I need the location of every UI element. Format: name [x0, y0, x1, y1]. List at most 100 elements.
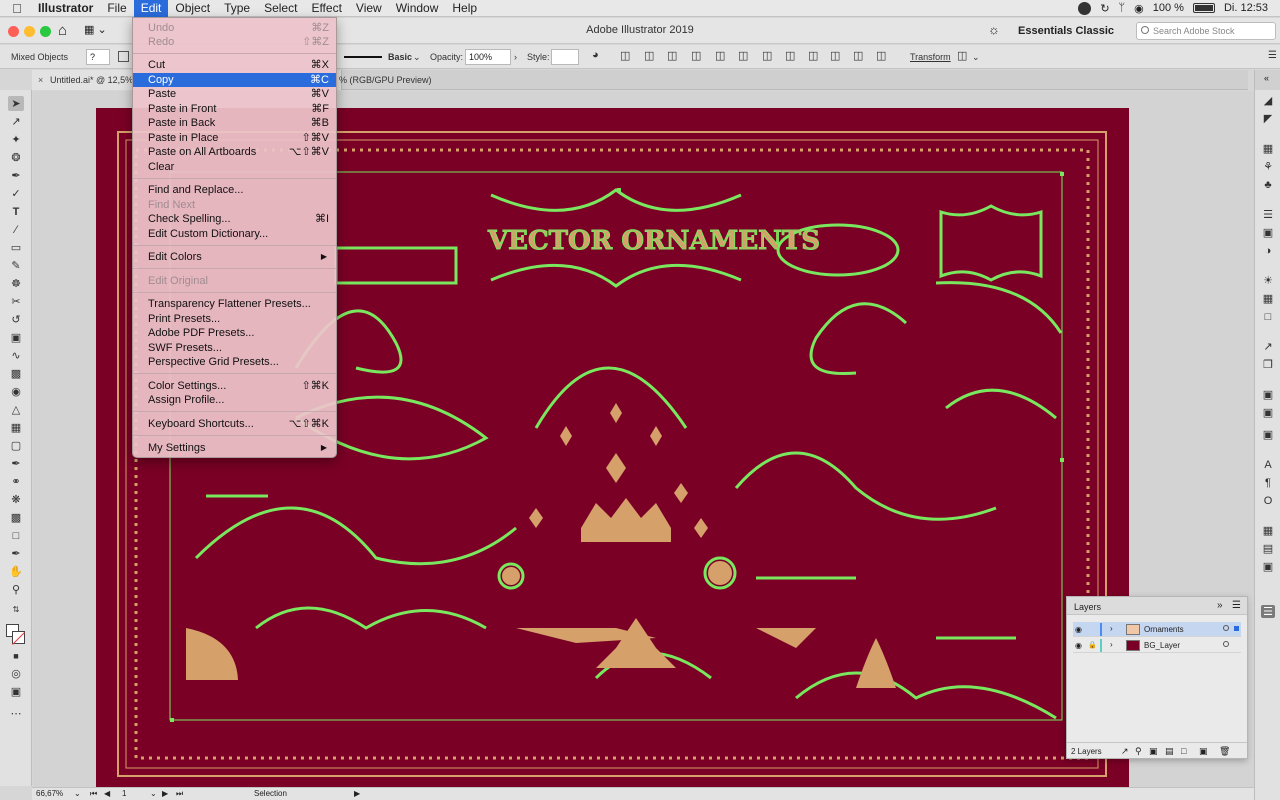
- menu-view[interactable]: View: [349, 0, 389, 17]
- selection-tool-icon[interactable]: ➤: [8, 96, 24, 111]
- column-graph-tool-icon[interactable]: ▩: [8, 510, 24, 525]
- make-clipping-mask-icon[interactable]: ▣: [1149, 746, 1158, 757]
- gradient-tool-icon[interactable]: ▢: [8, 438, 24, 453]
- shaper-tool-icon[interactable]: ☸: [8, 276, 24, 291]
- line-tool-icon[interactable]: ∕: [8, 222, 24, 237]
- clock[interactable]: Di. 12:53: [1224, 2, 1268, 14]
- menu-item-color-settings[interactable]: Color Settings... ⇧⌘K: [133, 379, 336, 393]
- chevron-down-icon[interactable]: ⌄: [150, 788, 157, 800]
- menu-item-find-and-replace[interactable]: Find and Replace...: [133, 183, 336, 197]
- export-for-screens-icon[interactable]: ↗: [1121, 746, 1129, 757]
- menu-type[interactable]: Type: [217, 0, 257, 17]
- align-bottom-icon[interactable]: ◫: [738, 49, 748, 62]
- distribute-left-icon[interactable]: ◫: [830, 49, 840, 62]
- creative-cloud-icon[interactable]: [1078, 1, 1092, 15]
- close-window-button[interactable]: [8, 26, 19, 37]
- graphic-styles-icon[interactable]: ▦: [1261, 292, 1275, 305]
- more-tools-icon[interactable]: ⋯: [8, 706, 24, 721]
- asset-export-icon[interactable]: □: [1261, 310, 1275, 323]
- isolate-group-icon[interactable]: ◫: [957, 49, 967, 62]
- stroke-swatch[interactable]: [12, 631, 25, 644]
- menu-item-paste[interactable]: Paste ⌘V: [133, 87, 336, 101]
- layer-row-bg-layer[interactable]: ◉ 🔒 › BG_Layer: [1073, 638, 1241, 653]
- sync-icon[interactable]: ↻: [1100, 2, 1109, 15]
- menu-item-paste-in-back[interactable]: Paste in Back ⌘B: [133, 116, 336, 130]
- screen-mode-icon[interactable]: ▣: [8, 684, 24, 699]
- trash-icon[interactable]: 🗑: [1219, 746, 1230, 757]
- eyedropper-tool-icon[interactable]: ✒: [8, 456, 24, 471]
- swap-fill-stroke-icon[interactable]: ⇅: [8, 602, 24, 617]
- align-horizontal-center-icon[interactable]: ◫: [644, 49, 654, 62]
- artwork-title[interactable]: VECTOR ORNAMENTS: [487, 226, 820, 257]
- menu-item-perspective-grid-presets[interactable]: Perspective Grid Presets...: [133, 355, 336, 369]
- swatches-icon[interactable]: ▦: [1261, 142, 1275, 155]
- menu-item-paste-on-all-artboards[interactable]: Paste on All Artboards ⌥⇧⌘V: [133, 145, 336, 159]
- align-left-icon[interactable]: ◫: [620, 49, 630, 62]
- menu-item-assign-profile[interactable]: Assign Profile...: [133, 393, 336, 407]
- last-artboard-icon[interactable]: ⏭: [176, 788, 183, 800]
- new-layer-icon[interactable]: ▣: [1199, 746, 1208, 757]
- menu-item-paste-in-place[interactable]: Paste in Place ⇧⌘V: [133, 131, 336, 145]
- direct-selection-tool-icon[interactable]: ↗: [8, 114, 24, 129]
- menu-item-edit-custom-dictionary[interactable]: Edit Custom Dictionary...: [133, 227, 336, 241]
- next-artboard-icon[interactable]: ▶: [162, 788, 168, 800]
- transform-panel-icon[interactable]: ▦: [1261, 524, 1275, 537]
- layer-name[interactable]: BG_Layer: [1144, 641, 1180, 650]
- align-top-icon[interactable]: ◫: [691, 49, 701, 62]
- menu-item-check-spelling[interactable]: Check Spelling... ⌘I: [133, 212, 336, 226]
- type-tool-icon[interactable]: T: [8, 204, 24, 219]
- locate-object-icon[interactable]: ⚲: [1135, 746, 1142, 757]
- target-icon[interactable]: [1223, 641, 1229, 647]
- character-icon[interactable]: A: [1261, 458, 1275, 471]
- menu-item-keyboard-shortcuts[interactable]: Keyboard Shortcuts... ⌥⇧⌘K: [133, 417, 336, 431]
- menu-item-edit-colors[interactable]: Edit Colors ▶: [133, 250, 336, 264]
- pathfinder-icon[interactable]: ▣: [1261, 560, 1275, 573]
- selection-indicator[interactable]: [1234, 626, 1239, 631]
- create-sublayer-icon[interactable]: ▤: [1165, 746, 1174, 757]
- workspace-switcher[interactable]: Essentials Classic ⌄: [1012, 22, 1124, 55]
- collapse-panels-icon[interactable]: «: [1264, 73, 1269, 83]
- gradient-panel-icon[interactable]: ▣: [1261, 226, 1275, 239]
- warp-tool-icon[interactable]: ∿: [8, 348, 24, 363]
- previous-artboard-icon[interactable]: ◀: [104, 788, 110, 800]
- menu-object[interactable]: Object: [168, 0, 217, 17]
- apple-icon[interactable]: : [0, 1, 34, 16]
- rectangle-tool-icon[interactable]: ▭: [8, 240, 24, 255]
- symbol-sprayer-tool-icon[interactable]: ❋: [8, 492, 24, 507]
- color-guide-icon[interactable]: ◤: [1261, 112, 1275, 125]
- brushes-icon[interactable]: ⚘: [1261, 160, 1275, 173]
- distribute-horizontal-icon[interactable]: ◫: [853, 49, 863, 62]
- layers-panel-title[interactable]: Layers: [1074, 602, 1101, 612]
- create-new-layer-icon[interactable]: □: [1181, 746, 1186, 756]
- pen-tool-icon[interactable]: ✒: [8, 168, 24, 183]
- panel-menu-icon[interactable]: ☰: [1232, 600, 1241, 611]
- align-vertical-center-icon[interactable]: ◫: [715, 49, 725, 62]
- paragraph-icon[interactable]: ¶: [1261, 476, 1275, 489]
- lightbulb-icon[interactable]: ☼: [988, 22, 1000, 37]
- layer-name[interactable]: Ornaments: [1144, 625, 1184, 634]
- zoom-window-button[interactable]: [40, 26, 51, 37]
- transparency-icon[interactable]: ◑: [1261, 244, 1275, 257]
- menu-edit[interactable]: Edit: [133, 0, 169, 17]
- zoom-level[interactable]: 66,67%: [36, 788, 63, 800]
- menu-item-swf-presets[interactable]: SWF Presets...: [133, 341, 336, 355]
- minimize-window-button[interactable]: [24, 26, 35, 37]
- align-panel-icon[interactable]: ▤: [1261, 542, 1275, 555]
- perspective-grid-tool-icon[interactable]: △: [8, 402, 24, 417]
- arrange-documents-icon[interactable]: ▦ ⌄: [84, 23, 107, 36]
- first-artboard-icon[interactable]: ⏮: [90, 788, 97, 800]
- distribute-center-icon[interactable]: ◫: [785, 49, 795, 62]
- expand-layer-icon[interactable]: ›: [1110, 624, 1113, 633]
- menu-item-my-settings[interactable]: My Settings ▶: [133, 441, 336, 455]
- expand-layer-icon[interactable]: ›: [1110, 640, 1113, 649]
- opacity-input[interactable]: 100%: [465, 49, 511, 65]
- scale-tool-icon[interactable]: ▣: [8, 330, 24, 345]
- chevron-down-icon[interactable]: ⌄: [413, 52, 421, 63]
- lock-icon[interactable]: 🔒: [1088, 641, 1097, 649]
- chevron-down-icon[interactable]: ⌄: [74, 788, 81, 800]
- adobe-stock-search[interactable]: Search Adobe Stock: [1136, 22, 1276, 40]
- image-trace-icon[interactable]: ▣: [1261, 428, 1275, 441]
- chevron-right-icon[interactable]: ›: [514, 52, 517, 62]
- menu-item-clear[interactable]: Clear: [133, 160, 336, 174]
- hand-tool-icon[interactable]: ✋: [8, 564, 24, 579]
